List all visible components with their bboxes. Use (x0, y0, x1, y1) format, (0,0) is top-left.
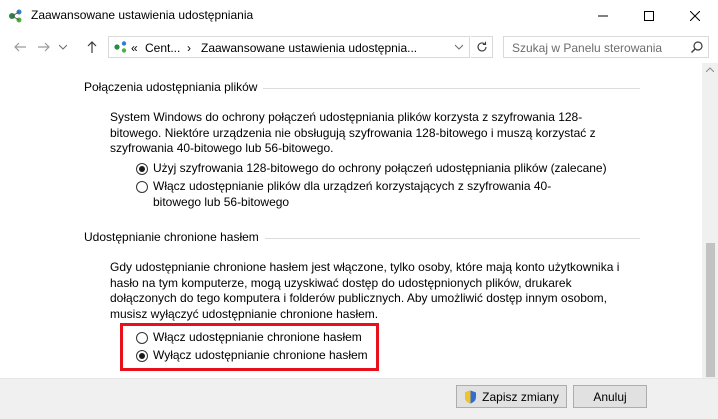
up-button[interactable] (82, 37, 102, 57)
recent-locations-button[interactable] (56, 37, 70, 57)
radio-label[interactable]: Włącz udostępnianie plików dla urządzeń … (153, 179, 566, 210)
section-divider (265, 238, 640, 239)
radio-button[interactable] (136, 163, 148, 175)
forward-button[interactable] (34, 37, 54, 57)
chevron-down-icon[interactable] (455, 44, 463, 50)
refresh-button[interactable] (471, 36, 493, 58)
breadcrumb-current[interactable]: Zaawansowane ustawienia udostępnia... (201, 41, 417, 55)
section-heading-file-sharing: Połączenia udostępniania plików (84, 80, 258, 94)
search-box[interactable] (503, 36, 709, 58)
chevron-down-icon (59, 44, 67, 50)
arrow-left-icon (14, 42, 26, 52)
maximize-icon (644, 10, 654, 21)
cancel-button[interactable]: Anuluj (573, 385, 647, 408)
breadcrumb-control-panel[interactable]: Cent... (145, 41, 180, 55)
file-sharing-description: System Windows do ochrony połączeń udost… (110, 110, 596, 155)
close-icon (690, 10, 700, 21)
radio-button[interactable] (136, 181, 148, 193)
refresh-icon (476, 41, 487, 52)
scrollbar-thumb[interactable] (706, 243, 715, 377)
section-divider (263, 88, 640, 89)
radio-option-40-56-bit[interactable]: Włącz udostępnianie plików dla urządzeń … (136, 179, 566, 210)
radio-option-128-bit[interactable]: Użyj szyfrowania 128-bitowego do ochrony… (136, 161, 636, 177)
minimize-icon (598, 15, 608, 16)
close-button[interactable] (672, 0, 718, 31)
red-highlight-box (120, 323, 379, 371)
cancel-label: Anuluj (593, 389, 627, 404)
scroll-up-icon[interactable] (706, 67, 714, 72)
footer-bar: Zapisz zmiany Anuluj (0, 378, 718, 419)
radio-label[interactable]: Użyj szyfrowania 128-bitowego do ochrony… (153, 161, 607, 177)
address-bar[interactable]: « Cent... › Zaawansowane ustawienia udos… (108, 36, 470, 58)
password-protected-description: Gdy udostępnianie chronione hasłem jest … (110, 260, 620, 321)
minimize-button[interactable] (580, 0, 626, 31)
address-overflow[interactable]: « (131, 41, 138, 55)
search-icon[interactable] (690, 40, 704, 54)
arrow-up-icon (87, 41, 97, 53)
network-sharing-icon (9, 9, 22, 23)
arrow-right-icon (38, 42, 50, 52)
title-bar: Zaawansowane ustawienia udostępniania (0, 0, 718, 31)
save-changes-button[interactable]: Zapisz zmiany (456, 385, 567, 408)
vertical-scrollbar[interactable] (702, 63, 718, 378)
maximize-button[interactable] (626, 0, 672, 31)
breadcrumb-separator[interactable]: › (187, 41, 191, 55)
section-heading-password-protected: Udostępnianie chronione hasłem (84, 230, 259, 244)
navigation-bar: « Cent... › Zaawansowane ustawienia udos… (0, 31, 718, 63)
network-sharing-icon (114, 41, 127, 53)
back-button[interactable] (10, 37, 30, 57)
uac-shield-icon (465, 390, 477, 403)
save-changes-label: Zapisz zmiany (482, 389, 559, 404)
search-input[interactable] (510, 40, 664, 56)
window-title: Zaawansowane ustawienia udostępniania (31, 8, 254, 22)
